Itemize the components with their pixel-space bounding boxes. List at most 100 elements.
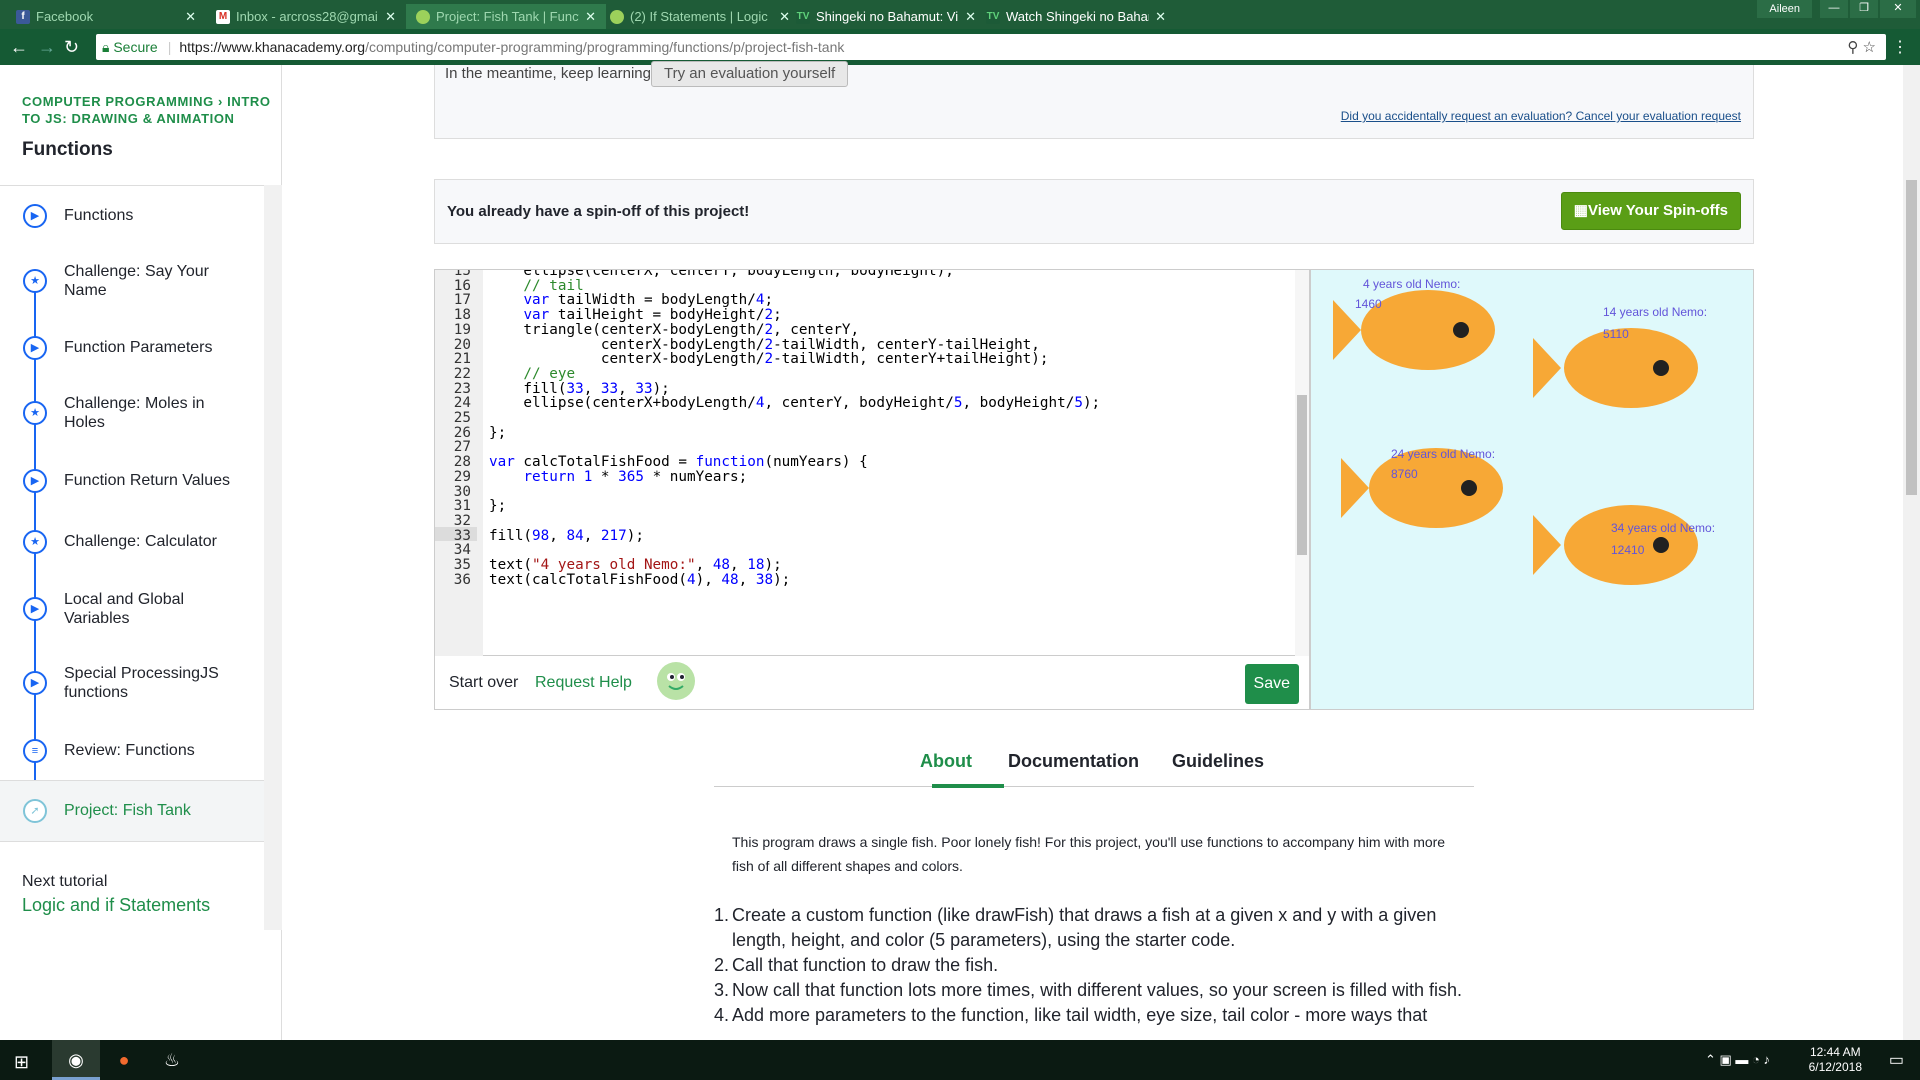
taskbar-clock[interactable]: 12:44 AM 6/12/2018: [1809, 1045, 1862, 1075]
system-tray-icons[interactable]: ⌃ ▣ ▬ ◔ ♪: [1705, 1052, 1770, 1068]
close-icon[interactable]: ✕: [585, 9, 596, 25]
output-canvas[interactable]: 4 years old Nemo: 1460 14 years old Nemo:…: [1310, 269, 1754, 710]
list-item: 2. Call that function to draw the fish.: [714, 955, 999, 975]
sidebar-item-functions[interactable]: ▶ Functions: [0, 186, 264, 244]
close-icon[interactable]: ✕: [1155, 9, 1166, 25]
tutorial-sidebar: COMPUTER PROGRAMMING › INTRO TO JS: DRAW…: [0, 65, 282, 1040]
breadcrumb[interactable]: COMPUTER PROGRAMMING › INTRO TO JS: DRAW…: [22, 93, 282, 127]
sidebar-item-function-parameters[interactable]: ▶ Function Parameters: [0, 318, 264, 376]
line-code[interactable]: ellipse(centerX+bodyLength/4, centerY, b…: [477, 395, 1100, 411]
sidebar-item-local-global[interactable]: ▶ Local and Global Variables: [0, 572, 264, 646]
start-over-button[interactable]: Start over: [449, 674, 518, 692]
origin-app-icon[interactable]: ●: [100, 1040, 148, 1080]
clock-time: 12:44 AM: [1809, 1045, 1861, 1059]
sidebar-item-moles-in-holes[interactable]: ★ Challenge: Moles in Holes: [0, 376, 264, 450]
tutorial-list: ▶ Functions ★ Challenge: Say Your Name ▶…: [0, 185, 264, 890]
fish-label-3: 24 years old Nemo: 8760: [1391, 447, 1496, 481]
line-code[interactable]: fill(98, 84, 217);: [477, 528, 644, 544]
page-scroll-thumb[interactable]: [1906, 180, 1917, 495]
evaluation-box: In the meantime, keep learning! Try an e…: [434, 61, 1754, 139]
close-icon[interactable]: ✕: [965, 9, 976, 25]
try-evaluation-button[interactable]: Try an evaluation yourself: [651, 61, 849, 87]
browser-menu-icon[interactable]: ⋮: [1892, 37, 1908, 57]
khan-academy-icon: [610, 9, 624, 24]
clock-date: 6/12/2018: [1808, 1060, 1862, 1074]
address-toolbar: ← → ↻ 🔒︎ Secure | https://www.khanacadem…: [0, 29, 1920, 65]
tv-icon: TV: [986, 9, 1000, 24]
code-line[interactable]: 36 text(calcTotalFishFood(4), 48, 38);: [435, 570, 790, 589]
profile-button[interactable]: Aileen: [1757, 0, 1812, 18]
cancel-evaluation-link[interactable]: Did you accidentally request an evaluati…: [1341, 109, 1741, 123]
play-icon: ▶: [23, 469, 47, 493]
about-intro: This program draws a single fish. Poor l…: [732, 834, 1446, 874]
star-icon: ★: [23, 269, 47, 293]
forward-icon[interactable]: →: [38, 37, 56, 57]
reload-icon[interactable]: ↻: [64, 37, 79, 57]
zoom-star-icons[interactable]: ⚲ ☆: [1847, 38, 1876, 56]
list-item: 3. Now call that function lots more times…: [714, 980, 1462, 1000]
url-path: /computing/computer-programming/programm…: [365, 39, 845, 55]
next-tutorial-label: Next tutorial: [22, 873, 108, 890]
secure-label: Secure: [113, 38, 158, 55]
steam-app-icon[interactable]: ♨: [148, 1040, 196, 1080]
editor-scrollbar[interactable]: [1295, 270, 1309, 656]
sidebar-item-fish-tank[interactable]: ➚ Project: Fish Tank: [0, 780, 264, 842]
sidebar-item-return-values[interactable]: ▶ Function Return Values: [0, 450, 264, 510]
avatar: [657, 662, 695, 700]
restore-icon[interactable]: ❐: [1850, 0, 1878, 18]
gmail-icon: M: [216, 9, 230, 24]
sidebar-item-review[interactable]: ≡ Review: Functions: [0, 720, 264, 780]
url-divider: |: [167, 39, 172, 55]
windows-taskbar: ⊞ ◉ ● ♨ ⌃ ▣ ▬ ◔ ♪ 12:44 AM 6/12/2018 ▭: [0, 1040, 1920, 1080]
browser-tab-gmail[interactable]: M Inbox - arcross28@gmai ✕: [206, 4, 406, 29]
windows-start-icon[interactable]: ⊞: [14, 1052, 29, 1073]
fish-label-4: 34 years old Nemo: 12410: [1611, 521, 1716, 557]
next-tutorial[interactable]: Next tutorial Logic and if Statements: [22, 873, 210, 916]
facebook-icon: f: [16, 9, 30, 24]
list-item: 4. Add more parameters to the function, l…: [714, 1005, 1428, 1025]
code-editor[interactable]: 15 ellipse(centerX, centerY, bodyLength,…: [434, 269, 1310, 656]
line-code[interactable]: return 1 * 365 * numYears;: [477, 469, 747, 485]
back-icon[interactable]: ←: [10, 37, 28, 57]
browser-tab-shingeki-2[interactable]: TV Watch Shingeki no Bahan ✕: [976, 4, 1176, 29]
sidebar-scrollbar[interactable]: [264, 185, 282, 930]
tab-documentation[interactable]: Documentation: [1008, 751, 1139, 772]
request-help-button[interactable]: Request Help: [535, 674, 632, 692]
url-bar[interactable]: 🔒︎ Secure | https://www.khanacademy.org /…: [96, 34, 1886, 60]
browser-tab-facebook[interactable]: f Facebook ✕: [6, 4, 206, 29]
browser-tab-fish-tank[interactable]: Project: Fish Tank | Functi ✕: [406, 4, 606, 29]
fish-label-2: 14 years old Nemo: 5110: [1603, 305, 1708, 341]
play-icon: ▶: [23, 597, 47, 621]
rocket-icon: ➚: [23, 799, 47, 823]
chrome-app-icon[interactable]: ◉: [52, 1040, 100, 1080]
star-icon: ★: [23, 401, 47, 425]
sidebar-item-special-processingjs[interactable]: ▶ Special ProcessingJS functions: [0, 646, 264, 720]
close-icon[interactable]: ✕: [385, 9, 396, 25]
next-tutorial-link[interactable]: Logic and if Statements: [22, 895, 210, 916]
minimize-icon[interactable]: —: [1820, 0, 1848, 18]
code-line[interactable]: 24 ellipse(centerX+bodyLength/4, centerY…: [435, 394, 1100, 413]
page-scrollbar[interactable]: [1903, 65, 1920, 1040]
editor-scroll-thumb[interactable]: [1297, 395, 1307, 555]
close-icon[interactable]: ✕: [185, 9, 196, 25]
sidebar-item-say-your-name[interactable]: ★ Challenge: Say Your Name: [0, 244, 264, 318]
browser-tab-shingeki-1[interactable]: TV Shingeki no Bahamut: Vi ✕: [786, 4, 986, 29]
sidebar-item-calculator[interactable]: ★ Challenge: Calculator: [0, 510, 264, 572]
play-icon: ▶: [23, 671, 47, 695]
tab-guidelines[interactable]: Guidelines: [1172, 751, 1264, 772]
tv-icon: TV: [796, 9, 810, 24]
secure-lock-icon: 🔒︎ Secure: [102, 38, 158, 55]
evaluation-text: In the meantime, keep learning!: [445, 65, 656, 82]
line-number: 36: [435, 570, 477, 589]
view-spinoffs-button[interactable]: ▦View Your Spin-offs: [1560, 192, 1741, 230]
khan-academy-icon: [416, 9, 430, 24]
browser-tab-if-statements[interactable]: (2) If Statements | Logic ✕: [600, 4, 800, 29]
line-code[interactable]: text(calcTotalFishFood(4), 48, 38);: [477, 572, 790, 588]
tab-about[interactable]: About: [920, 751, 972, 772]
window-close-icon[interactable]: ✕: [1880, 0, 1916, 18]
list-item: 1. Create a custom function (like drawFis…: [714, 905, 1437, 950]
save-button[interactable]: Save: [1244, 664, 1299, 704]
spinoff-text: You already have a spin-off of this proj…: [447, 203, 750, 220]
notification-icon[interactable]: ▭: [1889, 1050, 1904, 1070]
code-lines[interactable]: 15 ellipse(centerX, centerY, bodyLength,…: [435, 270, 1295, 660]
